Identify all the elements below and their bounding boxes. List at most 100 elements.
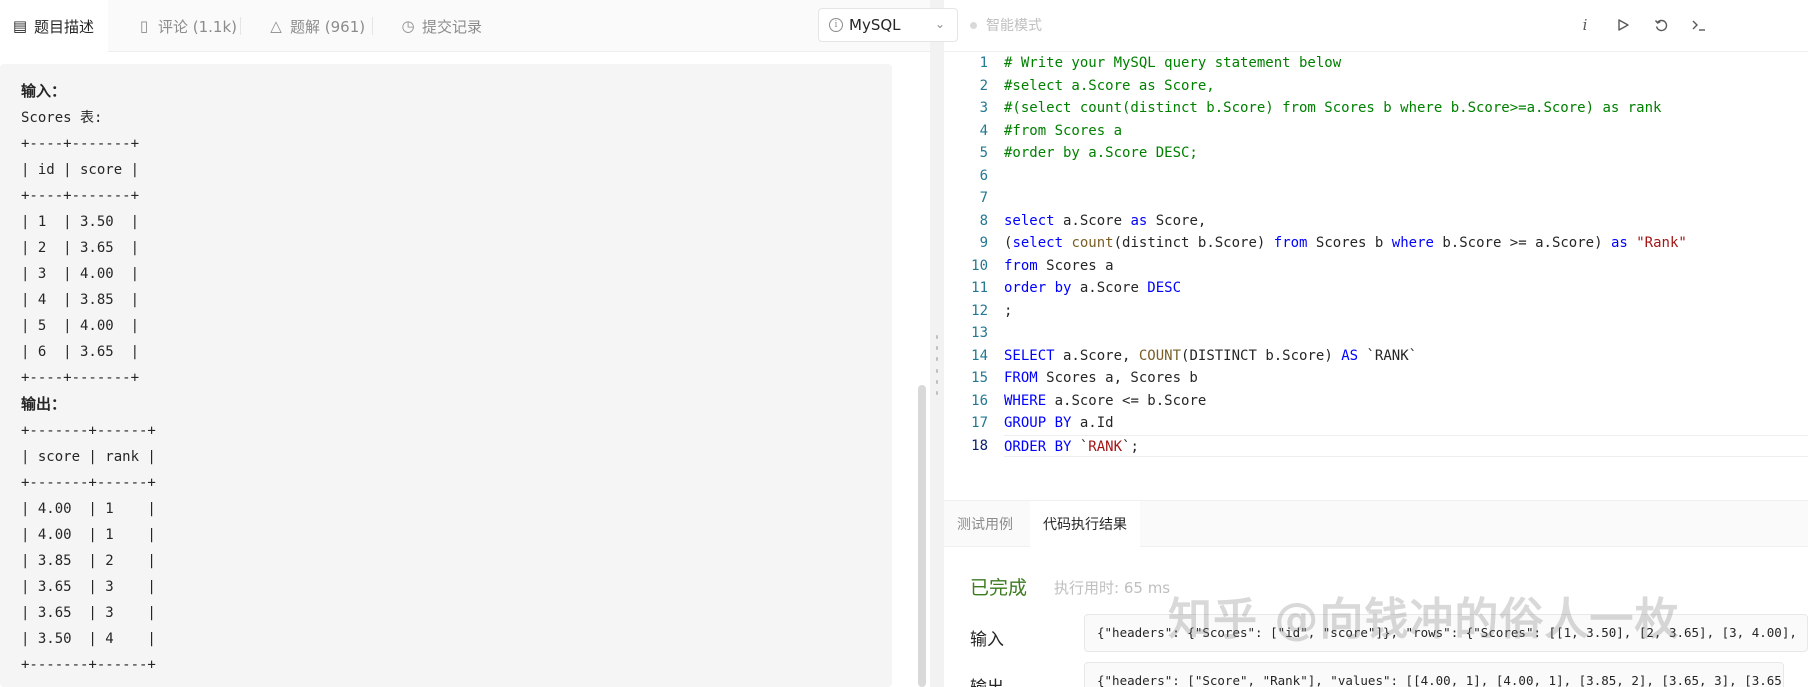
code-token: select xyxy=(1004,212,1055,229)
code-line[interactable]: # Write your MySQL query statement below xyxy=(1004,52,1808,75)
code-line[interactable]: SELECT a.Score, COUNT(DISTINCT b.Score) … xyxy=(1004,345,1808,368)
info-icon[interactable]: i xyxy=(1574,14,1596,36)
code-token: Scores a, Scores b xyxy=(1037,370,1198,386)
code-line[interactable]: from Scores a xyxy=(1004,255,1808,278)
flask-icon: △ xyxy=(270,17,282,35)
code-token: Scores a xyxy=(1037,257,1114,274)
problem-tabs: ▤ 题目描述 ▯ 评论 (1.1k) △ 题解 (961) ◷ 提交记录 xyxy=(0,0,930,52)
panel-splitter[interactable] xyxy=(930,0,944,687)
reset-icon[interactable] xyxy=(1650,14,1672,36)
tab-submissions[interactable]: ◷ 提交记录 xyxy=(400,0,482,52)
code-line[interactable]: #select a.Score as Score, xyxy=(1004,75,1808,98)
line-number: 1 xyxy=(979,55,988,71)
code-line[interactable] xyxy=(1004,187,1808,210)
line-number: 13 xyxy=(971,325,988,341)
code-token: FROM xyxy=(1004,370,1038,386)
description-scrollbar[interactable] xyxy=(918,385,926,687)
comment-icon: ▯ xyxy=(139,17,149,35)
status-dot-icon xyxy=(970,21,977,29)
line-number: 10 xyxy=(971,257,988,274)
chevron-down-icon: ⌄ xyxy=(934,17,945,31)
line-number: 12 xyxy=(971,302,988,319)
code-token: a.Id xyxy=(1071,415,1114,431)
code-token: `; xyxy=(1122,438,1139,455)
code-line[interactable]: select a.Score as Score, xyxy=(1004,210,1808,233)
code-token: Scores b xyxy=(1307,235,1392,251)
code-token: from xyxy=(1273,235,1308,251)
runtime-value: 65 ms xyxy=(1123,579,1171,597)
code-token: `RANK` xyxy=(1358,347,1418,364)
editor-toolbar: i MySQL ⌄ 智能模式 i xyxy=(818,0,1808,52)
input-table: +----+-------+ | id | score | +----+----… xyxy=(21,136,140,386)
code-token: a.Score, xyxy=(1054,347,1139,364)
code-token: (distinct b.Score) xyxy=(1113,235,1274,251)
tab-testcase[interactable]: 测试用例 xyxy=(944,501,1026,547)
code-token: select xyxy=(1012,235,1064,251)
tab-divider xyxy=(240,17,241,35)
smart-mode-toggle[interactable]: 智能模式 xyxy=(970,8,1042,42)
input-value-box[interactable]: {"headers": {"Scores": ["id", "score"]},… xyxy=(1084,614,1808,652)
tab-label: 评论 (1.1k) xyxy=(158,17,238,36)
code-line[interactable] xyxy=(1004,322,1808,345)
play-icon[interactable] xyxy=(1612,14,1634,36)
code-editor[interactable]: 1 2 3 4 5 6 7 8 9 10 11 12 13 14 15 16 17 18 # Write your… xyxy=(944,52,1808,492)
language-select[interactable]: i MySQL ⌄ xyxy=(818,8,958,42)
code-token: #from Scores a xyxy=(1004,122,1123,139)
code-token: a.Score <= b.Score xyxy=(1046,392,1207,409)
code-lines[interactable]: # Write your MySQL query statement below… xyxy=(1004,52,1808,457)
output-value-box[interactable]: {"headers": ["Score", "Rank"], "values":… xyxy=(1084,662,1784,687)
code-token: RANK xyxy=(1088,438,1123,455)
code-line[interactable]: FROM Scores a, Scores b xyxy=(1004,367,1808,390)
code-token: b.Score >= a.Score) xyxy=(1433,235,1611,251)
code-panel: i MySQL ⌄ 智能模式 i 1 2 3 4 5 6 7 8 9 10 11 12 13 14 15 16… xyxy=(818,0,1808,687)
tab-description[interactable]: ▤ 题目描述 xyxy=(0,0,108,52)
info-icon: i xyxy=(829,18,843,32)
line-number: 9 xyxy=(979,235,988,251)
code-token: ` xyxy=(1071,438,1089,455)
clock-icon: ◷ xyxy=(401,17,415,35)
code-token: (DISTINCT b.Score) xyxy=(1181,347,1342,364)
input-heading: 输入： xyxy=(21,82,67,100)
code-line[interactable]: ; xyxy=(1004,300,1808,323)
document-icon: ▤ xyxy=(12,17,28,35)
line-number: 4 xyxy=(979,122,988,139)
code-token: a.Score xyxy=(1071,280,1148,296)
app-root: ▤ 题目描述 ▯ 评论 (1.1k) △ 题解 (961) ◷ 提交记录 输入：… xyxy=(0,0,1808,687)
output-label: 输出 xyxy=(970,673,1004,687)
tab-label: 提交记录 xyxy=(422,17,483,36)
code-token: "Rank" xyxy=(1636,235,1687,251)
code-token: #(select count(distinct b.Score) from Sc… xyxy=(1004,100,1662,116)
tab-label: 代码执行结果 xyxy=(1043,517,1127,533)
code-token: a.Score xyxy=(1054,212,1131,229)
tab-label: 题目描述 xyxy=(34,17,95,36)
console-tabs: 测试用例 代码执行结果 xyxy=(944,501,1808,547)
code-line[interactable]: WHERE a.Score <= b.Score xyxy=(1004,390,1808,413)
code-line[interactable]: #from Scores a xyxy=(1004,120,1808,143)
code-line[interactable]: #(select count(distinct b.Score) from Sc… xyxy=(1004,97,1808,120)
tab-comments[interactable]: ▯ 评论 (1.1k) xyxy=(136,0,237,52)
code-line[interactable]: order by a.Score DESC xyxy=(1004,277,1808,300)
tab-solutions[interactable]: △ 题解 (961) xyxy=(268,0,365,52)
code-token: as xyxy=(1610,235,1628,251)
line-number: 15 xyxy=(971,370,988,386)
tab-label: 测试用例 xyxy=(957,517,1013,533)
runtime: 执行用时: 65 ms xyxy=(1054,577,1170,598)
code-line[interactable] xyxy=(1004,165,1808,188)
line-number: 16 xyxy=(971,392,988,409)
run-status: 已完成 xyxy=(970,577,1028,599)
code-token: where xyxy=(1391,235,1434,251)
code-line[interactable]: GROUP BY a.Id xyxy=(1004,412,1808,435)
line-number: 18 xyxy=(971,437,988,454)
line-number: 7 xyxy=(979,190,988,206)
console-panel: 测试用例 代码执行结果 已完成 执行用时: 65 ms 输入 {"headers… xyxy=(944,500,1808,687)
output-heading: 输出： xyxy=(21,395,67,413)
tab-run-result[interactable]: 代码执行结果 xyxy=(1030,501,1140,547)
line-number: 11 xyxy=(971,280,988,296)
code-line[interactable]: ORDER BY `RANK`; xyxy=(1004,434,1808,457)
terminal-icon[interactable] xyxy=(1688,14,1710,36)
code-line[interactable]: #order by a.Score DESC; xyxy=(1004,142,1808,165)
code-token: from xyxy=(1004,257,1038,274)
code-line[interactable]: (select count(distinct b.Score) from Sco… xyxy=(1004,232,1808,255)
output-table: +-------+------+ | score | rank | +-----… xyxy=(21,423,156,673)
